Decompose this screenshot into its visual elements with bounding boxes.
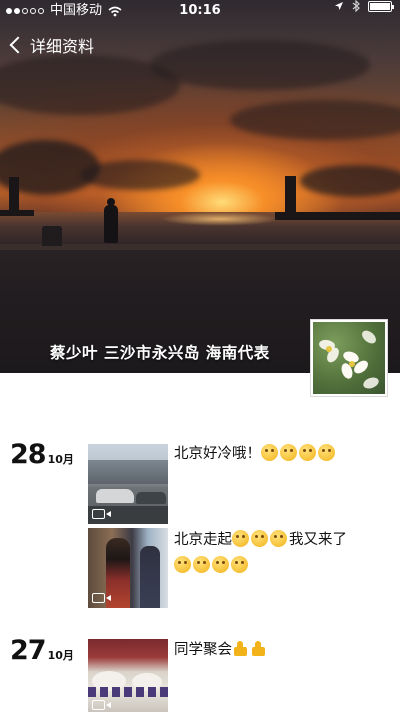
cloud — [230, 100, 400, 140]
flower-core — [326, 346, 332, 352]
emoji-icon — [251, 530, 268, 547]
bollard — [42, 226, 62, 246]
silhouette-head — [107, 198, 115, 206]
location-icon — [335, 2, 343, 10]
thumbs-up-icon — [250, 640, 267, 657]
post-text[interactable]: 北京走起 我又来了 — [174, 527, 390, 579]
car — [136, 492, 166, 504]
date-day: 28 — [10, 439, 47, 470]
emoji-icon — [270, 530, 287, 547]
car — [96, 489, 134, 503]
cloud — [80, 160, 200, 190]
post-body: 北京好冷哦！ — [174, 446, 261, 462]
date-label: 27 10月 — [10, 635, 74, 666]
profile-name: 蔡少叶 三沙市永兴岛 海南代表 — [50, 344, 270, 362]
avatar-image — [313, 322, 385, 394]
lighthouse-right — [285, 176, 296, 214]
emoji-icon — [280, 444, 297, 461]
video-icon — [92, 593, 111, 603]
emoji-icon — [318, 444, 335, 461]
emoji-icon — [261, 444, 278, 461]
person — [140, 546, 160, 608]
building — [88, 460, 168, 484]
post-body: 同学聚会 — [174, 642, 232, 658]
cloud — [150, 40, 370, 90]
post-thumbnail[interactable] — [88, 444, 168, 524]
emoji-icon — [212, 556, 229, 573]
post-text[interactable]: 北京好冷哦！ — [174, 441, 390, 467]
status-bar: 中国移动 10:16 — [0, 0, 400, 22]
cloud — [300, 165, 400, 197]
breakwater-left — [0, 210, 34, 216]
flower-core — [349, 361, 355, 367]
post-body: 北京走起 — [174, 532, 232, 548]
emoji-icon — [231, 556, 248, 573]
back-button[interactable]: 详细资料 — [8, 33, 94, 57]
avatar[interactable] — [310, 319, 388, 397]
post-thumbnail[interactable] — [88, 528, 168, 608]
sun-glare — [160, 212, 280, 226]
thumbs-up-icon — [232, 640, 249, 657]
battery-icon — [368, 0, 394, 12]
date-label: 28 10月 — [10, 439, 74, 470]
date-day: 27 — [10, 635, 47, 666]
breakwater-right — [275, 212, 400, 220]
video-icon — [92, 700, 111, 710]
chairs — [88, 687, 168, 697]
post-thumbnail[interactable] — [88, 639, 168, 712]
emoji-icon — [174, 556, 191, 573]
emoji-icon — [232, 530, 249, 547]
emoji-icon — [193, 556, 210, 573]
post-body-continued: 我又来了 — [289, 532, 347, 548]
silhouette-person — [104, 205, 118, 243]
back-label: 详细资料 — [30, 37, 95, 56]
post-text[interactable]: 同学聚会 — [174, 637, 390, 663]
flower-petal — [359, 328, 379, 346]
date-month: 10月 — [47, 453, 74, 466]
video-icon — [92, 509, 111, 519]
flower-petal — [361, 375, 381, 391]
bluetooth-icon — [352, 0, 360, 12]
chevron-left-icon — [9, 36, 27, 54]
date-month: 10月 — [47, 649, 74, 662]
emoji-icon — [299, 444, 316, 461]
lighthouse-left — [9, 177, 19, 212]
